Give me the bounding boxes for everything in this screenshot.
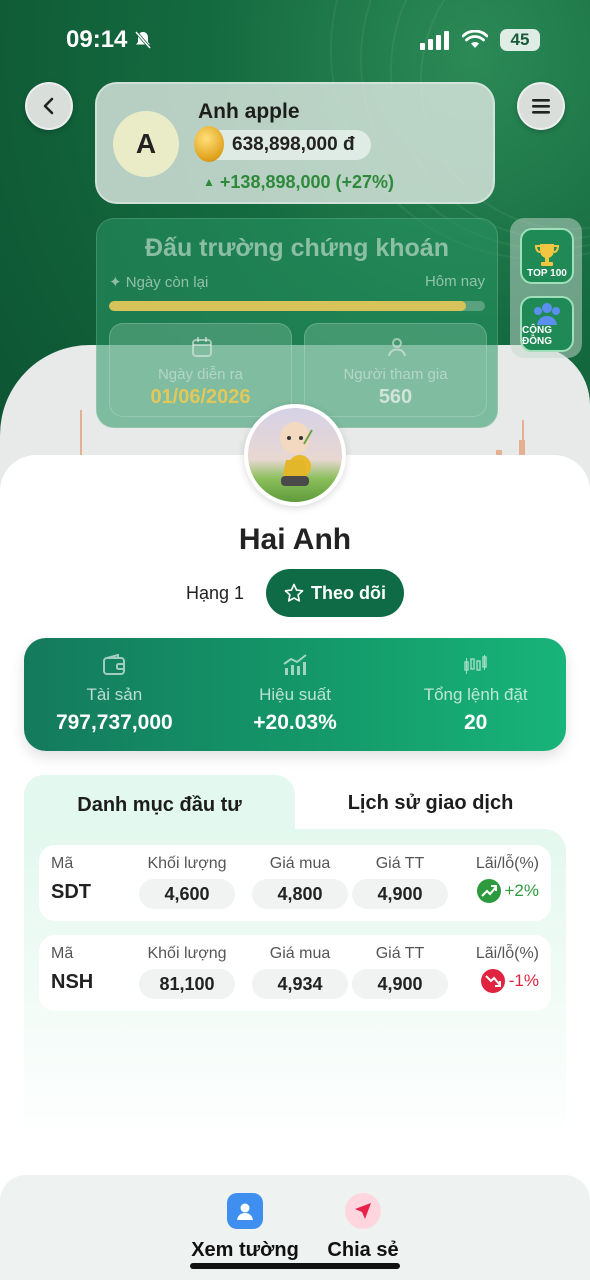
community-button[interactable]: CỘNG ĐỒNG xyxy=(520,296,574,352)
stat-orders: Tổng lệnh đặt 20 xyxy=(385,638,566,751)
arena-title: Đấu trường chứng khoán xyxy=(145,234,449,262)
stock-code: SDT xyxy=(51,881,91,903)
person-icon xyxy=(388,338,406,357)
chevron-left-icon xyxy=(43,97,54,115)
trend-down-icon xyxy=(480,969,505,993)
pl-value: +2% xyxy=(504,881,540,900)
pl-header: Lãi/lỗ(%) xyxy=(475,945,539,962)
user-account-card[interactable]: A Anh apple 638,898,000 đ ▲ +138,898,000… xyxy=(95,82,495,204)
orders-value: 20 xyxy=(464,711,488,734)
stats-card: Tài sản 797,737,000 Hiệu suất +20.03% Tổ… xyxy=(24,638,566,751)
status-time: 09:14 xyxy=(66,26,128,53)
buy-price-header: Giá mua xyxy=(269,945,331,962)
triangle-up-icon: ▲ xyxy=(203,175,215,189)
arena-date-box: Ngày diễn ra 01/06/2026 xyxy=(109,323,292,417)
performance-value: +20.03% xyxy=(253,711,337,734)
participants-label: Người tham gia xyxy=(343,366,448,383)
top100-button[interactable]: TOP 100 xyxy=(520,228,574,284)
balance-pill: 638,898,000 đ xyxy=(194,126,371,162)
hamburger-menu-icon xyxy=(532,99,550,114)
market-price-value: 4,900 xyxy=(352,969,448,999)
bell-muted-icon xyxy=(135,31,152,49)
arena-progress-bar xyxy=(109,301,485,311)
share-label: Chia sẻ xyxy=(327,1239,399,1261)
tab-panel-portfolio: Mã SDT Khối lượng 4,600 Giá mua 4,800 Gi… xyxy=(24,829,566,1145)
days-left-label: Ngày còn lại xyxy=(125,274,209,291)
buy-price-value: 4,800 xyxy=(252,879,348,909)
market-price-value: 4,900 xyxy=(352,879,448,909)
back-button[interactable] xyxy=(25,82,73,130)
stat-performance: Hiệu suất +20.03% xyxy=(205,638,386,751)
follow-button[interactable]: Theo dõi xyxy=(266,569,404,617)
balance-value: 638,898,000 đ xyxy=(232,134,355,155)
stat-assets: Tài sản 797,737,000 xyxy=(24,638,205,751)
volume-header: Khối lượng xyxy=(147,855,227,872)
wifi-icon xyxy=(462,30,488,48)
holding-row[interactable]: Mã NSH Khối lượng 81,100 Giá mua 4,934 G… xyxy=(39,935,551,1011)
code-header: Mã xyxy=(51,945,74,962)
today-label: Hôm nay xyxy=(424,273,485,290)
user-avatar: A xyxy=(113,111,179,177)
arena-participants-box: Người tham gia 560 xyxy=(304,323,487,417)
pl-header: Lãi/lỗ(%) xyxy=(475,855,539,872)
calendar-icon xyxy=(192,337,212,357)
date-value: 01/06/2026 xyxy=(150,386,251,408)
status-bar: 09:14 45 xyxy=(66,22,540,58)
send-icon xyxy=(345,1193,381,1229)
menu-button[interactable] xyxy=(517,82,565,130)
view-wall-button[interactable]: Xem tường xyxy=(190,1193,300,1262)
arena-progress-fill xyxy=(109,301,467,311)
volume-value: 4,600 xyxy=(139,879,235,909)
volume-header: Khối lượng xyxy=(147,945,227,962)
profile-name: Hai Anh xyxy=(238,523,352,556)
stock-code: NSH xyxy=(51,971,94,993)
volume-value: 81,100 xyxy=(139,969,235,999)
tab-history[interactable]: Lịch sử giao dịch xyxy=(295,775,566,831)
user-name: Anh apple xyxy=(198,100,300,123)
trend-up-icon xyxy=(476,879,501,903)
market-price-header: Giá TT xyxy=(375,855,425,872)
assets-label: Tài sản xyxy=(86,685,143,704)
coin-icon xyxy=(194,126,224,162)
trophy-icon xyxy=(534,244,560,266)
balance-gain: ▲ +138,898,000 (+27%) xyxy=(203,172,395,192)
assets-value: 797,737,000 xyxy=(55,711,173,734)
growth-chart-icon xyxy=(283,654,307,675)
holding-row[interactable]: Mã SDT Khối lượng 4,600 Giá mua 4,800 Gi… xyxy=(39,845,551,921)
portfolio-tabs: Mã SDT Khối lượng 4,600 Giá mua 4,800 Gi… xyxy=(24,775,566,1145)
view-wall-label: Xem tường xyxy=(191,1239,299,1261)
sparkle-icon: ✦ xyxy=(109,274,122,291)
community-icon xyxy=(534,303,560,325)
date-label: Ngày diễn ra xyxy=(157,366,244,383)
profile-card-icon xyxy=(227,1193,263,1229)
candlestick-icon xyxy=(463,655,487,674)
performance-label: Hiệu suất xyxy=(259,685,331,704)
side-widgets: TOP 100 CỘNG ĐỒNG xyxy=(510,218,582,358)
market-price-header: Giá TT xyxy=(375,945,425,962)
home-indicator xyxy=(190,1263,400,1269)
share-button[interactable]: Chia sẻ xyxy=(320,1193,406,1262)
buy-price-value: 4,934 xyxy=(252,969,348,999)
star-icon xyxy=(284,583,304,602)
buy-price-header: Giá mua xyxy=(269,855,331,872)
wallet-icon xyxy=(103,654,126,675)
community-label: CỘNG ĐỒNG xyxy=(522,325,552,347)
participants-value: 560 xyxy=(378,386,413,408)
orders-label: Tổng lệnh đặt xyxy=(423,685,528,704)
code-header: Mã xyxy=(51,855,74,872)
arena-card: Đấu trường chứng khoán ✦ Ngày còn lại Hô… xyxy=(96,218,498,428)
avatar-illustration xyxy=(280,422,313,486)
tab-portfolio[interactable]: Danh mục đầu tư xyxy=(24,775,295,835)
signal-icon xyxy=(420,31,449,50)
follow-label: Theo dõi xyxy=(311,582,386,603)
profile-avatar xyxy=(244,404,346,506)
top100-label: TOP 100 xyxy=(527,268,567,279)
battery-indicator: 45 xyxy=(500,29,540,51)
rank-label: Hạng 1 xyxy=(186,583,245,603)
pl-value: -1% xyxy=(508,971,539,990)
